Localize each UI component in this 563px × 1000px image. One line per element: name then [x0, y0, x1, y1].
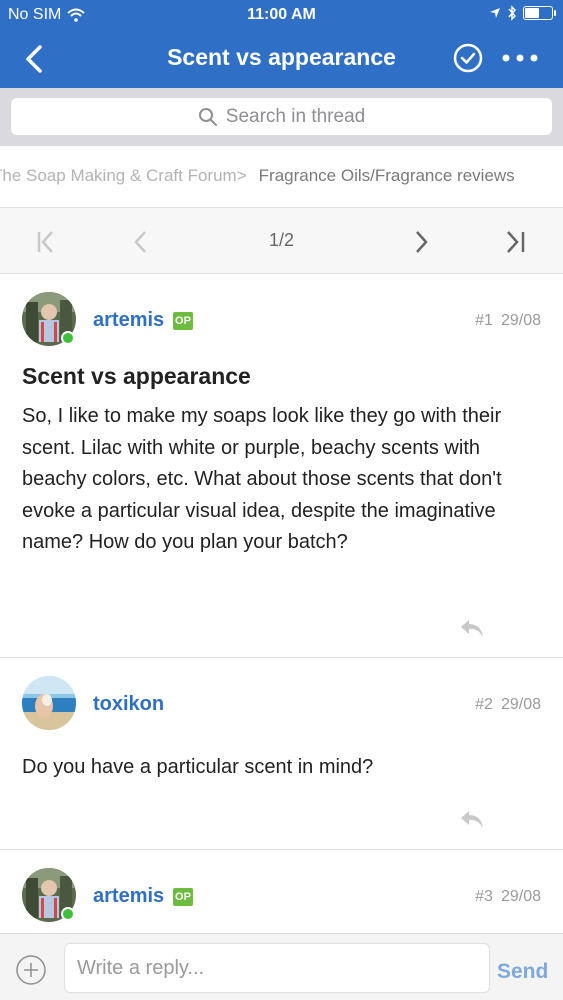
breadcrumb-subforum-link[interactable]: Fragrance Oils/Fragrance reviews — [259, 166, 515, 186]
status-bar: No SIM 11:00 AM — [0, 0, 563, 30]
pagination-bar: 1/2 — [0, 208, 563, 274]
post-date: 29/08 — [500, 696, 541, 713]
status-right-group — [489, 5, 556, 21]
battery-icon — [523, 6, 556, 20]
battery-fill — [525, 8, 539, 18]
post-username[interactable]: artemis — [93, 309, 164, 332]
post-number: #2 — [475, 696, 493, 713]
nav-bar: Scent vs appearance — [0, 30, 563, 88]
post-meta: #2 29/08 — [475, 696, 541, 714]
reply-input[interactable] — [64, 943, 490, 993]
bluetooth-icon — [508, 5, 517, 21]
breadcrumb-separator: > — [236, 166, 247, 185]
post-item: toxikon #2 29/08 Do you have a particular… — [0, 658, 563, 850]
post-date: 29/08 — [500, 888, 541, 905]
post-number: #3 — [475, 888, 493, 905]
reply-icon[interactable] — [458, 617, 486, 639]
add-attachment-icon[interactable] — [15, 954, 47, 986]
post-body: So, I like to make my soaps look like th… — [22, 405, 502, 553]
reply-bar: Send — [0, 933, 563, 1000]
op-badge: OP — [173, 888, 193, 906]
post-number: #1 — [475, 312, 493, 329]
post-item: artemis OP #3 29/08 — [0, 850, 563, 933]
online-indicator — [61, 331, 75, 345]
app-header: No SIM 11:00 AM Scent vs appearance — [0, 0, 563, 88]
op-badge: OP — [173, 312, 193, 330]
avatar[interactable] — [22, 676, 76, 730]
page-indicator: 1/2 — [268, 230, 295, 250]
search-input[interactable]: Search in thread — [11, 98, 552, 135]
online-indicator — [61, 907, 75, 921]
post-username[interactable]: toxikon — [93, 693, 164, 716]
location-arrow-icon — [490, 8, 500, 18]
search-placeholder: Search in thread — [225, 105, 366, 127]
last-page-icon[interactable] — [502, 228, 530, 256]
post-title: Scent vs appearance — [22, 363, 251, 389]
post-meta: #3 29/08 — [475, 888, 541, 906]
check-circle-icon[interactable] — [452, 42, 484, 74]
breadcrumb-forum-link[interactable]: The Soap Making & Craft Forum — [0, 166, 237, 186]
next-page-icon[interactable] — [408, 228, 436, 256]
breadcrumb-track: The Soap Making & Craft Forum > Fragranc… — [0, 166, 515, 186]
send-button[interactable]: Send — [497, 960, 548, 984]
search-bar: Search in thread — [0, 88, 563, 146]
avatar-image — [22, 676, 76, 730]
more-options-icon[interactable] — [500, 46, 540, 70]
post-body: Do you have a particular scent in mind? — [22, 756, 374, 778]
breadcrumb: The Soap Making & Craft Forum > Fragranc… — [0, 146, 563, 208]
reply-icon[interactable] — [458, 808, 486, 830]
search-icon — [198, 107, 217, 126]
post-date: 29/08 — [500, 312, 541, 329]
post-username[interactable]: artemis — [93, 885, 164, 908]
status-time: 11:00 AM — [247, 6, 316, 23]
post-meta: #1 29/08 — [475, 312, 541, 330]
post-item: artemis OP #1 29/08 Scent vs appearance S… — [0, 274, 563, 658]
